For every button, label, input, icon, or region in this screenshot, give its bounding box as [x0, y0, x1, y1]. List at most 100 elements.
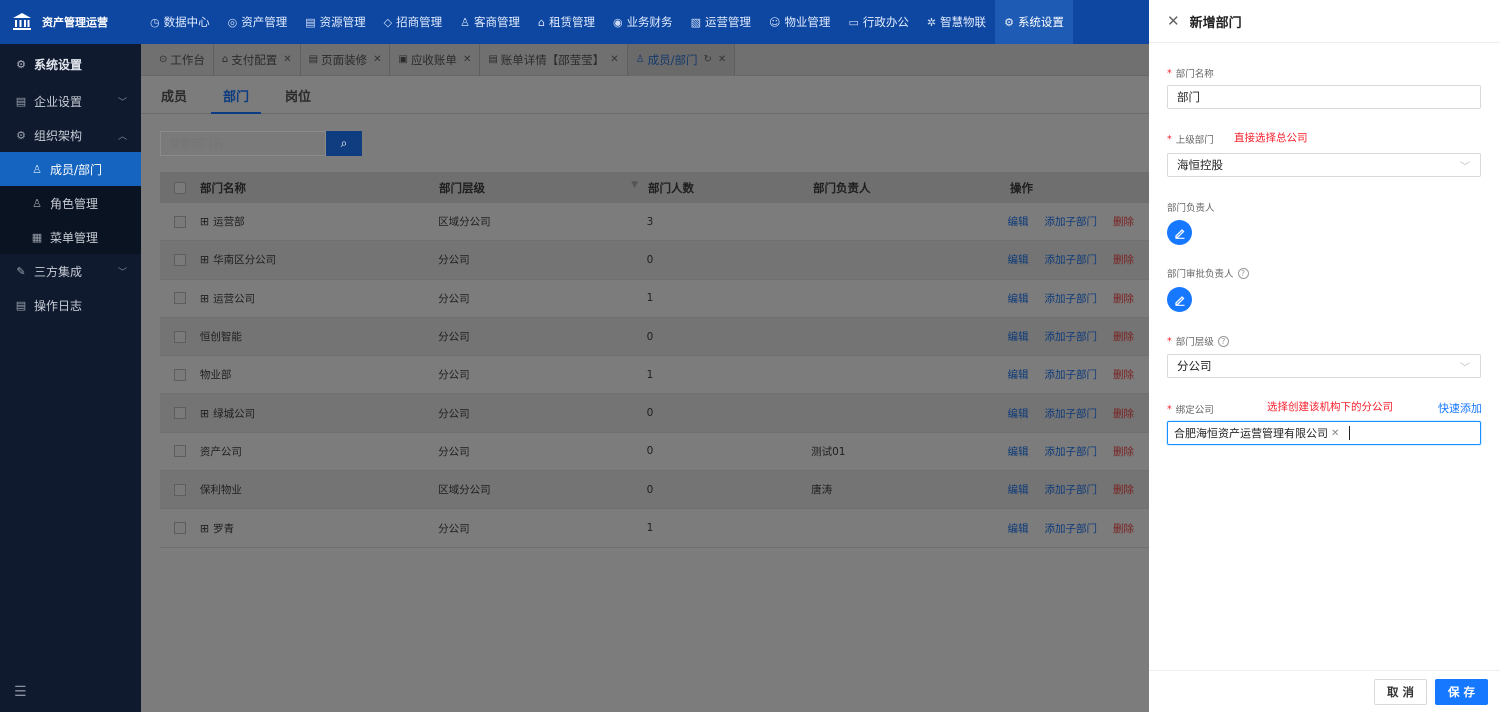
sidebar-item-role-management[interactable]: ♙ 角色管理: [0, 186, 141, 220]
add-sub-dept-link[interactable]: 添加子部门: [1044, 291, 1097, 306]
delete-link[interactable]: 删除: [1113, 252, 1134, 267]
delete-link[interactable]: 删除: [1113, 521, 1134, 536]
save-button[interactable]: 保 存: [1434, 678, 1488, 705]
tab-members-departments[interactable]: ♙ 成员/部门 ↻ ✕: [627, 44, 736, 76]
select-all-checkbox[interactable]: [174, 181, 186, 194]
nav-property-management[interactable]: ☺ 物业管理: [760, 0, 839, 44]
close-icon[interactable]: ✕: [1167, 12, 1180, 30]
row-checkbox[interactable]: [173, 215, 186, 228]
table-row[interactable]: ⊞ 罗青 分公司 1 编辑 添加子部门 删除: [160, 509, 1149, 548]
row-checkbox[interactable]: [173, 330, 186, 343]
sidebar-item-third-party[interactable]: ✎ 三方集成 ﹀: [0, 254, 141, 288]
delete-link[interactable]: 删除: [1113, 214, 1134, 229]
leader-picker-button[interactable]: [1167, 220, 1192, 245]
sidebar-item-members-departments[interactable]: ♙ 成员/部门: [0, 152, 141, 186]
add-sub-dept-link[interactable]: 添加子部门: [1044, 444, 1097, 459]
approver-picker-button[interactable]: [1167, 287, 1192, 312]
sidebar-item-menu-management[interactable]: ▦ 菜单管理: [0, 220, 141, 254]
row-checkbox[interactable]: [173, 292, 186, 305]
quick-add-link[interactable]: 快速添加: [1438, 400, 1482, 416]
row-checkbox[interactable]: [173, 368, 186, 381]
tab-receivables[interactable]: ▣ 应收账单 ✕: [390, 44, 481, 76]
tab-workbench[interactable]: ⊙ 工作台: [151, 44, 214, 76]
delete-link[interactable]: 删除: [1113, 329, 1134, 344]
close-icon[interactable]: ✕: [373, 54, 381, 65]
level-select[interactable]: 分公司 ﹀: [1167, 354, 1481, 378]
nav-investment-management[interactable]: ◇ 招商管理: [375, 0, 451, 44]
table-row[interactable]: 物业部 分公司 1 编辑 添加子部门 删除: [160, 356, 1149, 395]
filter-icon[interactable]: ▼: [631, 180, 638, 196]
tab-payment-config[interactable]: ⌂ 支付配置 ✕: [214, 44, 301, 76]
nav-merchant-management[interactable]: ♙ 客商管理: [451, 0, 529, 44]
nav-resource-management[interactable]: ▤ 资源管理: [296, 0, 374, 44]
close-icon[interactable]: ✕: [463, 54, 471, 65]
delete-link[interactable]: 删除: [1113, 482, 1134, 497]
nav-admin-office[interactable]: ▭ 行政办公: [839, 0, 917, 44]
add-sub-dept-link[interactable]: 添加子部门: [1044, 252, 1097, 267]
table-row[interactable]: ⊞ 绿城公司 分公司 0 编辑 添加子部门 删除: [160, 394, 1149, 433]
subtab-departments[interactable]: 部门: [211, 86, 262, 114]
dept-name-input[interactable]: 部门: [1167, 85, 1481, 109]
delete-link[interactable]: 删除: [1113, 406, 1134, 421]
sidebar-item-operation-log[interactable]: ▤ 操作日志: [0, 288, 141, 322]
department-search-input[interactable]: [160, 131, 326, 156]
add-sub-dept-link[interactable]: 添加子部门: [1044, 406, 1097, 421]
add-sub-dept-link[interactable]: 添加子部门: [1044, 329, 1097, 344]
edit-link[interactable]: 编辑: [1007, 291, 1028, 306]
table-row[interactable]: ⊞ 运营部 区域分公司 3 编辑 添加子部门 删除: [160, 203, 1149, 242]
close-icon[interactable]: ✕: [718, 54, 726, 65]
nav-lease-management[interactable]: ⌂ 租赁管理: [529, 0, 604, 44]
expand-icon[interactable]: ⊞: [200, 292, 209, 305]
nav-business-finance[interactable]: ◉ 业务财务: [604, 0, 682, 44]
nav-asset-management[interactable]: ◎ 资产管理: [219, 0, 297, 44]
table-row[interactable]: ⊞ 运营公司 分公司 1 编辑 添加子部门 删除: [160, 280, 1149, 318]
help-icon[interactable]: ?: [1217, 335, 1229, 347]
close-icon[interactable]: ✕: [610, 54, 618, 65]
row-checkbox[interactable]: [173, 522, 186, 535]
parent-dept-select[interactable]: 海恒控股 ﹀: [1167, 153, 1481, 177]
cancel-button[interactable]: 取 消: [1373, 678, 1427, 705]
delete-link[interactable]: 删除: [1113, 367, 1134, 382]
close-icon[interactable]: ✕: [283, 54, 291, 65]
table-row[interactable]: ⊞ 华南区分公司 分公司 0 编辑 添加子部门 删除: [160, 241, 1149, 280]
edit-link[interactable]: 编辑: [1007, 521, 1028, 536]
edit-link[interactable]: 编辑: [1007, 444, 1028, 459]
row-checkbox[interactable]: [173, 407, 186, 420]
refresh-icon[interactable]: ↻: [704, 54, 712, 65]
edit-link[interactable]: 编辑: [1007, 367, 1028, 382]
add-sub-dept-link[interactable]: 添加子部门: [1044, 367, 1097, 382]
add-sub-dept-link[interactable]: 添加子部门: [1044, 521, 1097, 536]
help-icon[interactable]: ?: [1237, 267, 1249, 279]
delete-link[interactable]: 删除: [1113, 444, 1134, 459]
row-checkbox[interactable]: [173, 253, 186, 266]
nav-data-center[interactable]: ◷ 数据中心: [141, 0, 219, 44]
table-row[interactable]: 恒创智能 分公司 0 编辑 添加子部门 删除: [160, 317, 1149, 357]
edit-link[interactable]: 编辑: [1007, 252, 1028, 267]
search-button[interactable]: ⌕: [326, 131, 362, 156]
sidebar-item-enterprise-settings[interactable]: ▤ 企业设置 ﹀: [0, 84, 141, 118]
expand-icon[interactable]: ⊞: [200, 253, 209, 266]
expand-icon[interactable]: ⊞: [200, 522, 209, 535]
tag-close-icon[interactable]: ✕: [1331, 428, 1339, 439]
table-row[interactable]: 保利物业 区域分公司 0 唐涛 编辑 添加子部门 删除: [160, 471, 1149, 510]
edit-link[interactable]: 编辑: [1007, 329, 1028, 344]
table-row[interactable]: 资产公司 分公司 0 测试01 编辑 添加子部门 删除: [160, 433, 1149, 472]
nav-smart-iot[interactable]: ✲ 智慧物联: [918, 0, 995, 44]
company-multiselect[interactable]: 合肥海恒资产运营管理有限公司 ✕: [1167, 421, 1481, 445]
app-logo[interactable]: 资产管理运营: [0, 0, 141, 44]
nav-system-settings[interactable]: ⚙ 系统设置: [995, 0, 1073, 44]
edit-link[interactable]: 编辑: [1007, 482, 1028, 497]
edit-link[interactable]: 编辑: [1007, 214, 1028, 229]
subtab-members[interactable]: 成员: [161, 86, 187, 113]
row-checkbox[interactable]: [173, 483, 186, 496]
collapse-menu-icon[interactable]: ☰: [14, 684, 27, 700]
expand-icon[interactable]: ⊞: [200, 215, 209, 228]
sidebar-item-org-structure[interactable]: ⚙ 组织架构 ︿: [0, 118, 141, 152]
tab-page-decoration[interactable]: ▤ 页面装修 ✕: [301, 44, 391, 76]
add-sub-dept-link[interactable]: 添加子部门: [1044, 482, 1097, 497]
tab-bill-detail[interactable]: ▤ 账单详情【邵莹莹】 ✕: [480, 44, 628, 76]
delete-link[interactable]: 删除: [1113, 291, 1134, 306]
add-sub-dept-link[interactable]: 添加子部门: [1044, 214, 1097, 229]
subtab-positions[interactable]: 岗位: [285, 86, 311, 113]
row-checkbox[interactable]: [173, 445, 186, 458]
